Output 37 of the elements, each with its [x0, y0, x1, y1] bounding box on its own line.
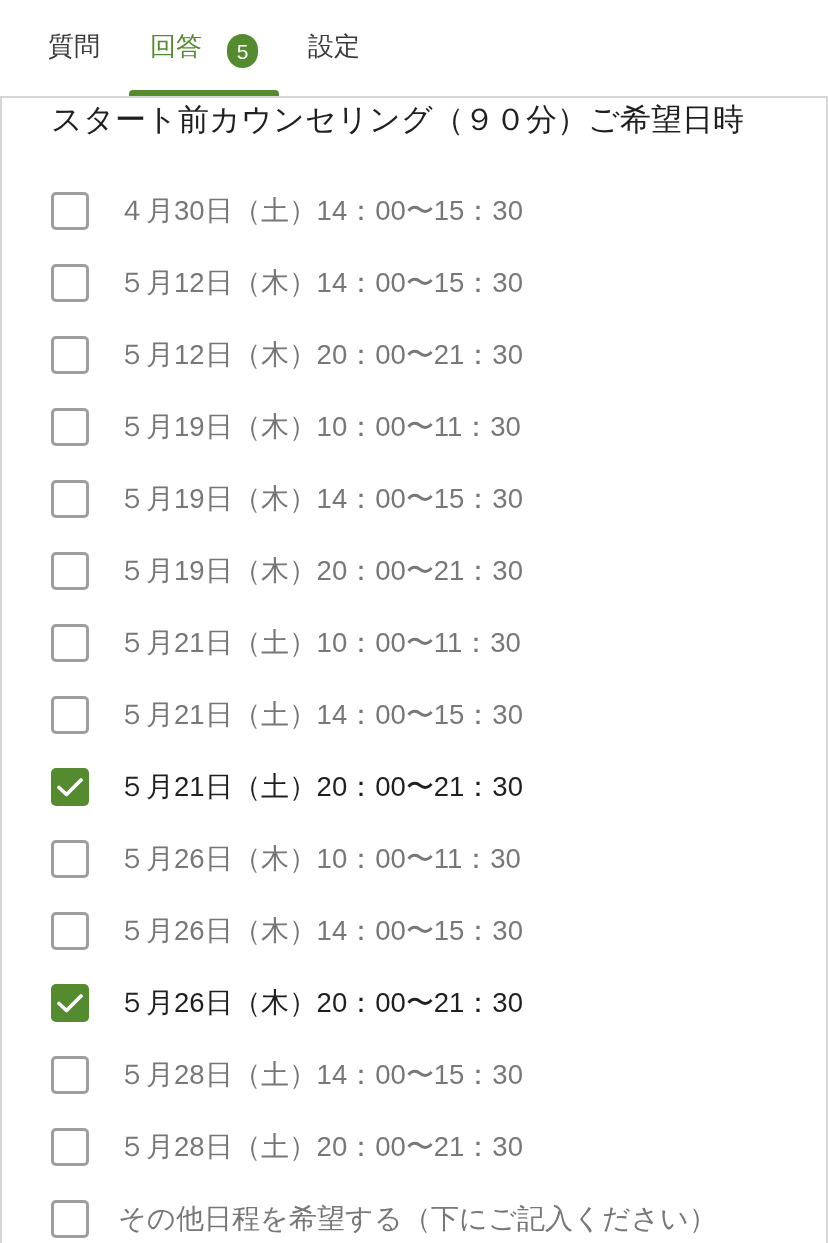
option-label: ５月26日（木）20：00〜21：30: [118, 989, 523, 1017]
option-label: ５月12日（木）14：00〜15：30: [118, 269, 523, 297]
option-label: ５月19日（木）10：00〜11：30: [118, 413, 521, 441]
checkbox[interactable]: [51, 1200, 89, 1238]
option-label: ５月19日（木）14：00〜15：30: [118, 485, 523, 513]
checkbox[interactable]: [51, 192, 89, 230]
checkbox[interactable]: [51, 624, 89, 662]
option-label: ５月26日（木）14：00〜15：30: [118, 917, 523, 945]
option-label: ５月21日（土）14：00〜15：30: [118, 701, 523, 729]
tab[interactable]: 回答 5: [129, 0, 279, 96]
option-label: ５月28日（土）20：00〜21：30: [118, 1133, 523, 1161]
checkbox[interactable]: [51, 336, 89, 374]
checkbox[interactable]: [51, 984, 89, 1022]
option-label: ５月12日（木）20：00〜21：30: [118, 341, 523, 369]
checkbox[interactable]: [51, 768, 89, 806]
check-icon: [57, 993, 83, 1013]
checkbox[interactable]: [51, 1056, 89, 1094]
question-title: スタート前カウンセリング（９０分）ご希望日時: [51, 101, 745, 139]
checkbox[interactable]: [51, 480, 89, 518]
checkbox[interactable]: [51, 696, 89, 734]
option-label: ５月28日（土）14：00〜15：30: [118, 1061, 523, 1089]
option-label: ５月21日（土）20：00〜21：30: [118, 773, 523, 801]
checkbox[interactable]: [51, 408, 89, 446]
checkbox[interactable]: [51, 912, 89, 950]
checkbox[interactable]: [51, 840, 89, 878]
tab[interactable]: 質問: [27, 0, 121, 96]
count-badge: 5: [227, 34, 258, 68]
tab[interactable]: 設定: [287, 0, 381, 96]
option-label: ５月26日（木）10：00〜11：30: [118, 845, 521, 873]
option-label: ５月19日（木）20：00〜21：30: [118, 557, 523, 585]
checkbox[interactable]: [51, 1128, 89, 1166]
option-label: ５月21日（土）10：00〜11：30: [118, 629, 521, 657]
checkbox[interactable]: [51, 552, 89, 590]
check-icon: [57, 777, 83, 797]
option-label: その他日程を希望する（下にご記入ください）: [118, 1205, 717, 1233]
option-label: ４月30日（土）14：00〜15：30: [118, 197, 523, 225]
checkbox[interactable]: [51, 264, 89, 302]
